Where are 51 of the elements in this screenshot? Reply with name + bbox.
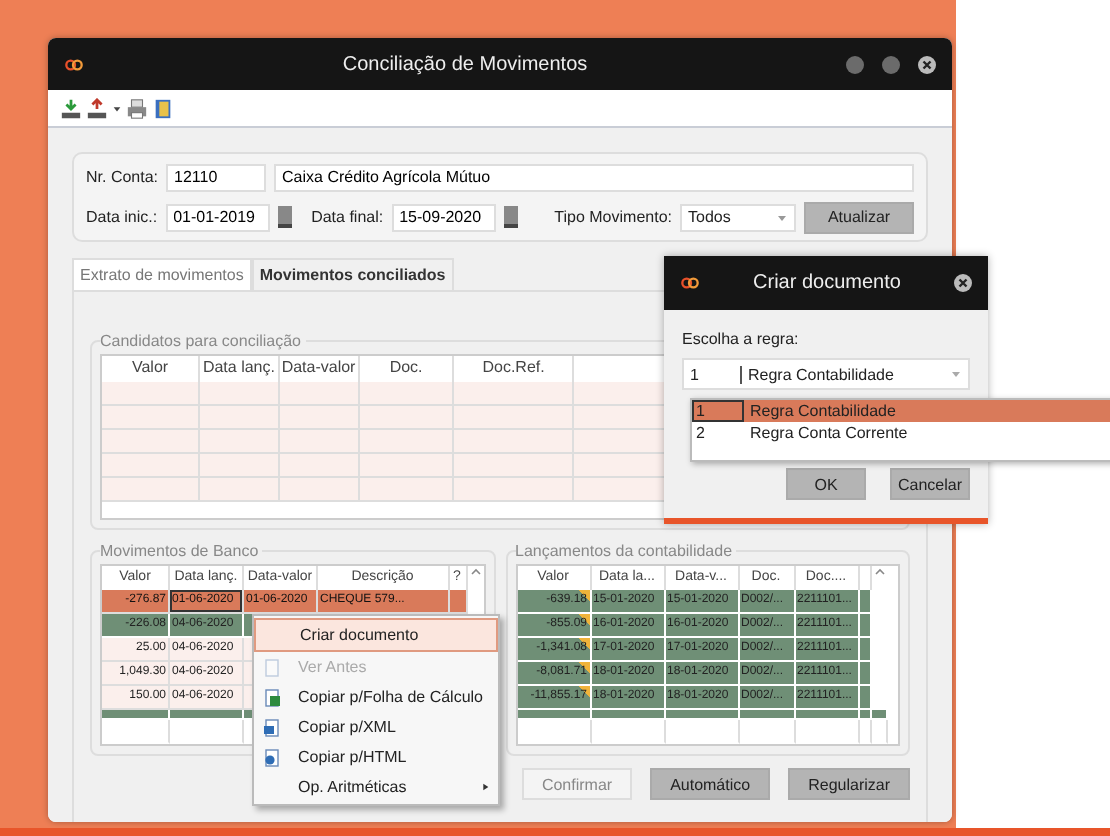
ok-button[interactable]: OK [786,468,866,500]
movement-type-dropdown[interactable]: Todos [680,203,796,231]
minimize-button[interactable] [846,55,864,73]
dropdown-option[interactable]: 2 Regra Conta Corrente [692,422,1110,444]
account-name-field[interactable]: Caixa Crédito Agrícola Mútuo [274,163,914,191]
menu-item[interactable]: Copiar p/XML [254,712,498,742]
document-icon [262,717,282,737]
field-label: Tipo Movimento: [554,208,672,226]
menu-item[interactable]: Copiar p/Folha de Cálculo [254,682,498,712]
scroll-up-icon[interactable] [469,566,481,578]
group-title: Lançamentos da contabilidade [515,542,737,560]
logo-icon [680,276,700,290]
export-icon[interactable] [86,97,108,119]
action-button[interactable]: Regularizar [788,768,910,800]
date-picker-button[interactable] [277,206,292,228]
action-button[interactable]: Automático [650,768,771,800]
group-title: Movimentos de Banco [100,542,263,560]
refresh-button[interactable]: Atualizar [804,201,914,233]
dialog-title: Criar documento [751,272,903,294]
window-title: Conciliação de Movimentos [340,53,590,75]
group-title: Candidatos para conciliação [100,332,306,350]
menu-item[interactable]: Copiar p/HTML [254,742,498,772]
start-date-field[interactable]: 01-01-2019 [165,203,270,231]
cancel-button[interactable]: Cancelar [890,468,970,500]
date-picker-button[interactable] [503,206,518,228]
rule-label: Escolha a regra: [682,330,801,348]
dropdown-option[interactable]: 1 Regra Contabilidade [692,400,1110,422]
account-number-field[interactable]: 12110 [166,163,267,191]
submenu-arrow-icon [480,782,490,792]
logo-icon [64,57,84,71]
tab[interactable]: Extrato de movimentos [72,258,252,290]
exit-door-icon[interactable] [152,97,174,119]
printer-icon[interactable] [126,97,148,119]
maximize-button[interactable] [882,55,900,73]
spreadsheet-icon [262,687,282,707]
field-label: Data final: [311,208,384,226]
menu-item[interactable]: Op. Aritméticas [254,772,498,802]
field-label: Nr. Conta: [86,168,159,186]
scroll-up-icon[interactable] [873,566,885,578]
menu-item[interactable]: Criar documento [254,618,498,652]
import-icon[interactable] [60,97,82,119]
tab[interactable]: Movimentos conciliados [251,258,454,290]
document-icon [262,747,282,767]
close-button[interactable] [954,274,972,292]
close-button[interactable] [918,55,936,73]
dropdown-arrow-icon[interactable] [776,211,788,223]
rule-dropdown[interactable]: 1 Regra Contabilidade [682,358,970,390]
caret-icon[interactable] [112,103,122,113]
field-label: Data inic.: [86,208,158,226]
page-icon [262,657,282,677]
end-date-field[interactable]: 15-09-2020 [391,203,496,231]
